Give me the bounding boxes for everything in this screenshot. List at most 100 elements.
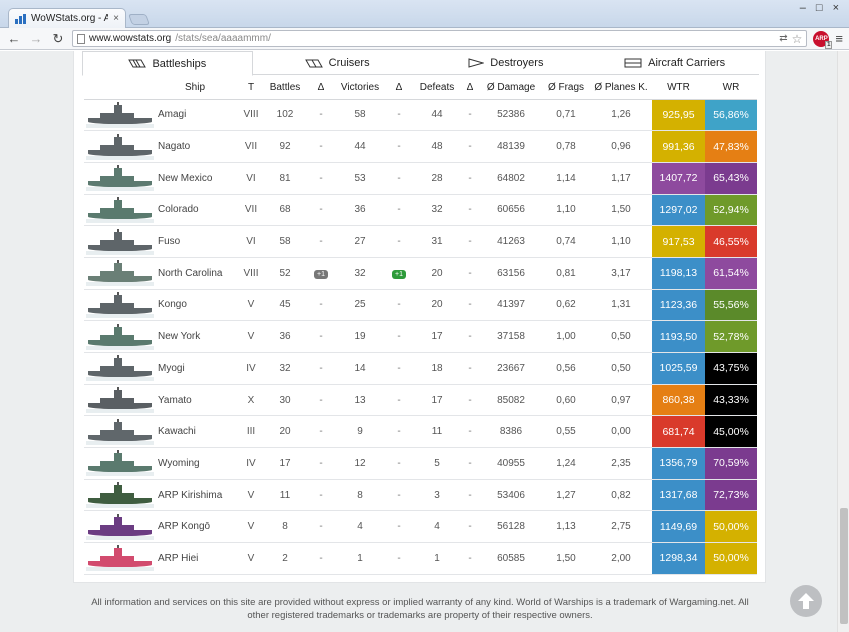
table-row[interactable]: Kongo V 45-25-20-41397 0,62 1,31 1123,36 55,56… (84, 289, 757, 322)
col-defeats[interactable]: Defeats (414, 76, 460, 100)
defeats-count: 31 (414, 225, 460, 258)
table-row[interactable]: Kawachi III 20-9-11-8386 0,55 0,00 681,74 45,0… (84, 415, 757, 449)
close-window-button[interactable]: × (833, 2, 839, 14)
col-avg-frags[interactable]: Ø Frags (542, 76, 590, 100)
site-favicon-icon (15, 13, 26, 24)
tab-close-icon[interactable]: × (113, 13, 119, 24)
avg-frags: 1,24 (542, 447, 590, 480)
table-row[interactable]: North Carolina VIII 52 +1 32 +1 20-63156 0,81 3,… (84, 257, 757, 290)
ship-name: ARP Kirishima (152, 479, 238, 512)
col-victories[interactable]: Victories (336, 76, 384, 100)
delta-defeats: - (460, 225, 480, 258)
table-row[interactable]: Myogi IV 32-14-18-23667 0,56 0,50 1025,59 43,7… (84, 352, 757, 385)
table-row[interactable]: Wyoming IV 17-12-5-40955 1,24 2,35 1356,79 70,… (84, 447, 757, 480)
avg-damage: 48139 (480, 130, 542, 163)
table-row[interactable]: Yamato X 30-13-17-85082 0,60 0,97 860,38 43,33… (84, 384, 757, 417)
delta-victories-badge: +1 (392, 269, 406, 279)
scrollbar-thumb[interactable] (840, 508, 848, 624)
avg-damage: 60656 (480, 194, 542, 227)
delta-victories: +1 (384, 257, 414, 290)
delta-defeats: - (460, 510, 480, 544)
tab-cruisers[interactable]: Cruisers (253, 51, 422, 75)
table-row[interactable]: New Mexico VI 81-53-28-64802 1,14 1,17 1407,7… (84, 162, 757, 195)
avg-frags: 0,55 (542, 415, 590, 449)
avg-planes-killed: 0,96 (590, 130, 652, 163)
delta-victories: - (384, 194, 414, 227)
ship-image-cell (84, 384, 154, 417)
avg-planes-killed: 1,50 (590, 194, 652, 227)
wtr-value: 991,36 (652, 130, 705, 163)
table-row[interactable]: ARP Kongō V 8-4-4-56128 1,13 2,75 1149,69 50,0… (84, 510, 757, 544)
defeats-count: 48 (414, 130, 460, 163)
reload-icon[interactable]: ↻ (50, 31, 66, 47)
scroll-to-top-button[interactable] (790, 585, 822, 617)
winrate-value: 47,83% (705, 130, 757, 163)
delta-battles: - (306, 479, 336, 512)
col-ship[interactable]: Ship (152, 76, 238, 100)
delta-defeats: - (460, 130, 480, 163)
victories-count: 13 (336, 384, 384, 417)
table-row[interactable]: Nagato VII 92-44-48-48139 0,78 0,96 991,36 47,… (84, 130, 757, 163)
page-scrollbar[interactable] (837, 51, 849, 632)
ship-image (86, 196, 154, 223)
table-row[interactable]: Colorado VII 68-36-32-60656 1,10 1,50 1297,02… (84, 194, 757, 227)
winrate-value: 52,78% (705, 320, 757, 353)
minimize-button[interactable]: – (800, 2, 806, 14)
delta-defeats: - (460, 542, 480, 575)
table-row[interactable]: New York V 36-19-17-37158 1,00 0,50 1193,50 52… (84, 320, 757, 353)
col-avg-damage[interactable]: Ø Damage (480, 76, 542, 100)
browser-menu-icon[interactable]: ≡ (835, 31, 843, 46)
extension-badge: 1 (825, 40, 833, 49)
ship-name: North Carolina (152, 257, 238, 290)
defeats-count: 5 (414, 447, 460, 480)
forward-arrow-icon[interactable]: → (28, 31, 44, 47)
col-avg-planes[interactable]: Ø Planes K. (590, 76, 652, 100)
ship-image-cell (84, 99, 154, 132)
col-wtr[interactable]: WTR (652, 76, 705, 100)
delta-victories: - (384, 162, 414, 195)
delta-victories: - (384, 510, 414, 544)
col-delta-battles[interactable]: Δ (306, 76, 336, 100)
wtr-value: 1123,36 (652, 289, 705, 322)
tab-battleships[interactable]: Battleships (82, 51, 253, 76)
table-row[interactable]: ARP Hiei V 2-1-1-60585 1,50 2,00 1298,34 50,00… (84, 542, 757, 575)
table-header-row: Ship T Battles Δ Victories Δ Defeats Δ Ø… (84, 76, 757, 100)
avg-damage: 53406 (480, 479, 542, 512)
ship-image-cell (84, 257, 154, 290)
ship-image (86, 450, 154, 477)
tab-destroyers[interactable]: Destroyers (422, 51, 591, 75)
col-wr[interactable]: WR (705, 76, 757, 100)
battles-count: 58 (264, 225, 306, 258)
col-tier[interactable]: T (238, 76, 264, 100)
col-delta-victories[interactable]: Δ (384, 76, 414, 100)
tab-aircraft-carriers[interactable]: Aircraft Carriers (590, 51, 759, 75)
new-tab-button[interactable] (127, 14, 151, 25)
col-battles[interactable]: Battles (264, 76, 306, 100)
delta-defeats: - (460, 99, 480, 132)
translate-icon[interactable]: ⇄ (779, 33, 787, 44)
avg-planes-killed: 1,31 (590, 289, 652, 322)
back-arrow-icon[interactable]: ← (6, 31, 22, 47)
battles-count: 45 (264, 289, 306, 322)
table-row[interactable]: Fuso VI 58-27-31-41263 0,74 1,10 917,53 46,55% (84, 225, 757, 258)
browser-tab[interactable]: WoWStats.org - AAAAM × (8, 8, 126, 28)
browser-toolbar: ← → ↻ www.wowstats.org/stats/sea/aaaammm… (0, 28, 849, 50)
ship-image-cell (84, 415, 154, 449)
ship-tier: IV (238, 447, 264, 480)
table-row[interactable]: Amagi VIII 102-58-44-52386 0,71 1,26 925,95 56… (84, 99, 757, 132)
delta-battles: +1 (306, 257, 336, 290)
maximize-button[interactable]: □ (816, 2, 823, 14)
bookmark-star-icon[interactable]: ☆ (792, 32, 803, 46)
avg-damage: 85082 (480, 384, 542, 417)
address-bar[interactable]: www.wowstats.org/stats/sea/aaaammm/ ⇄ ☆ (72, 30, 808, 47)
extension-arp-icon[interactable]: ARP 1 (813, 30, 833, 49)
delta-defeats: - (460, 479, 480, 512)
delta-battles: - (306, 225, 336, 258)
winrate-value: 65,43% (705, 162, 757, 195)
table-row[interactable]: ARP Kirishima V 11-8-3-53406 1,27 0,82 1317,6… (84, 479, 757, 512)
col-delta-defeats[interactable]: Δ (460, 76, 480, 100)
delta-defeats: - (460, 384, 480, 417)
winrate-value: 72,73% (705, 479, 757, 512)
avg-frags: 1,10 (542, 194, 590, 227)
ship-name: Nagato (152, 130, 238, 163)
